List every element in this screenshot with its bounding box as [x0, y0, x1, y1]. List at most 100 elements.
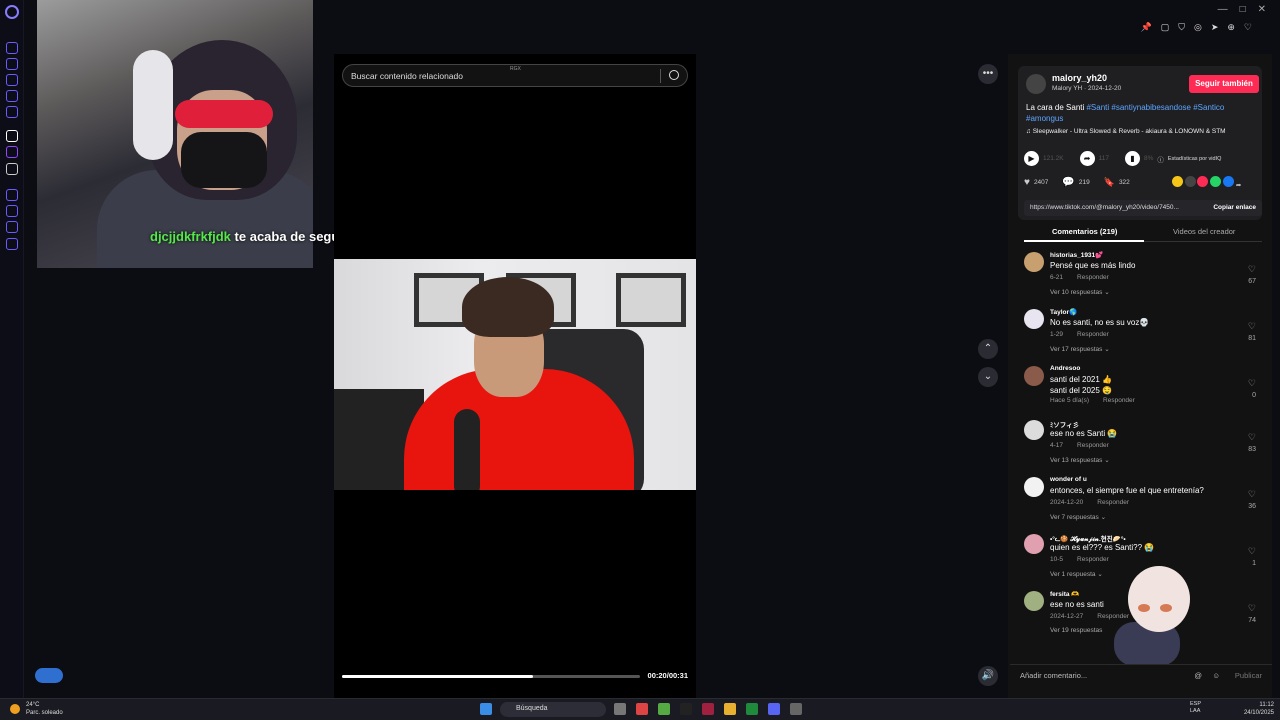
video-player[interactable]: Buscar contenido relacionado RGX 00:20/0… — [334, 54, 696, 698]
comment-username[interactable]: fersita 🫶 — [1050, 590, 1079, 598]
like-icon[interactable]: ♥ — [1024, 177, 1030, 188]
excel-icon[interactable] — [746, 703, 758, 715]
analytics-icon[interactable]: ▮ — [1124, 151, 1140, 166]
comment-avatar[interactable] — [1024, 252, 1044, 272]
reply-button[interactable]: Responder — [1077, 331, 1109, 338]
bookmark-icon[interactable]: 🔖 — [1104, 177, 1115, 188]
capcut-icon[interactable] — [680, 703, 692, 715]
publish-button[interactable]: Publicar — [1235, 671, 1262, 680]
reply-button[interactable]: Responder — [1077, 442, 1109, 449]
sidebar-app-icon[interactable] — [6, 106, 18, 118]
sidebar-settings-icon[interactable] — [6, 238, 18, 250]
clock[interactable]: 11:12 24/10/2025 — [1244, 701, 1274, 717]
camera-icon[interactable]: ◎ — [1194, 22, 1202, 33]
video-progress-bar[interactable] — [342, 675, 640, 678]
volume-button[interactable]: 🔊 — [978, 666, 998, 686]
reply-button[interactable]: Responder — [1077, 274, 1109, 281]
view-replies-button[interactable]: Ver 17 respuestas ⌄ — [1050, 345, 1110, 353]
heart-icon[interactable]: ♡ — [1244, 22, 1252, 33]
facebook-icon[interactable] — [1223, 176, 1235, 187]
comment-avatar[interactable] — [1024, 477, 1044, 497]
language-indicator[interactable]: ESP LAA — [1190, 701, 1201, 715]
sidebar-app-icon[interactable] — [6, 42, 18, 54]
more-options-button[interactable]: ••• — [978, 64, 998, 84]
comment-avatar[interactable] — [1024, 309, 1044, 329]
folder-icon[interactable] — [724, 703, 736, 715]
start-icon[interactable] — [480, 703, 492, 715]
comment-like-icon[interactable]: ♡ — [1248, 432, 1256, 443]
view-replies-button[interactable]: Ver 19 respuestas — [1050, 627, 1102, 634]
comment-avatar[interactable] — [1024, 366, 1044, 386]
taskbar-search[interactable]: Búsqueda — [500, 702, 606, 717]
tab-creator-videos[interactable]: Videos del creador — [1173, 227, 1235, 236]
video-frame[interactable] — [334, 259, 696, 490]
app-icon[interactable] — [658, 703, 670, 715]
plus-icon[interactable]: ⊕ — [1227, 22, 1235, 33]
box-icon[interactable]: ▢ — [1161, 22, 1170, 33]
view-replies-button[interactable]: Ver 1 respuesta ⌄ — [1050, 570, 1103, 578]
reply-button[interactable]: Responder — [1097, 499, 1129, 506]
comment-username[interactable]: Andresoo — [1050, 365, 1080, 372]
app-icon[interactable] — [636, 703, 648, 715]
coin-share-icon[interactable] — [1171, 176, 1183, 187]
comment-icon[interactable]: 💬 — [1062, 177, 1074, 188]
reply-button[interactable]: Responder — [1103, 397, 1135, 404]
comment-avatar[interactable] — [1024, 591, 1044, 611]
search-icon[interactable] — [669, 70, 679, 80]
taskbar-search-label[interactable]: Búsqueda — [516, 705, 548, 712]
comment-username[interactable]: wonder of u — [1050, 476, 1087, 483]
view-replies-button[interactable]: Ver 13 respuestas ⌄ — [1050, 456, 1110, 464]
opera-icon[interactable] — [702, 703, 714, 715]
more-share-icon[interactable]: ➦ — [1236, 182, 1241, 189]
comment-like-icon[interactable]: ♡ — [1248, 489, 1256, 500]
music-title[interactable]: Sleepwalker - Ultra Slowed & Reverb - ak… — [1033, 128, 1226, 135]
send-share-icon[interactable] — [1197, 176, 1209, 187]
sidebar-app-icon[interactable] — [6, 58, 18, 70]
sidebar-twitch-icon[interactable] — [6, 146, 18, 158]
embed-share-icon[interactable] — [1184, 176, 1196, 187]
reply-button[interactable]: Responder — [1077, 556, 1109, 563]
weather-widget[interactable]: 24°C Parc. soleado — [10, 701, 63, 717]
creator-avatar[interactable] — [1026, 74, 1046, 94]
related-search-input[interactable]: Buscar contenido relacionado — [351, 71, 463, 81]
follow-button[interactable]: Seguir también — [1189, 75, 1259, 93]
creator-username[interactable]: malory_yh20 — [1052, 73, 1107, 83]
sidebar-tiktok-icon[interactable] — [6, 130, 18, 142]
extension-toggle[interactable] — [35, 668, 63, 683]
play-icon[interactable]: ▶ — [1024, 151, 1039, 166]
maximize-icon[interactable]: □ — [1240, 4, 1246, 15]
previous-video-button[interactable]: ⌃ — [978, 339, 998, 359]
comment-username[interactable]: historias_1931💕 — [1050, 251, 1103, 259]
minimize-icon[interactable]: — — [1218, 4, 1228, 15]
copy-link-button[interactable]: Copiar enlace — [1213, 204, 1256, 211]
view-replies-button[interactable]: Ver 7 respuestas ⌄ — [1050, 513, 1106, 521]
sidebar-x-icon[interactable] — [6, 163, 18, 175]
comment-like-icon[interactable]: ♡ — [1248, 264, 1256, 275]
emoji-icon[interactable]: ☺ — [1212, 671, 1220, 680]
mention-icon[interactable]: @ — [1194, 671, 1202, 680]
discord-icon[interactable] — [768, 703, 780, 715]
music-line[interactable]: ♫ Sleepwalker - Ultra Slowed & Reverb - … — [1026, 128, 1226, 135]
send-icon[interactable]: ➤ — [1211, 22, 1219, 33]
comment-username[interactable]: Taylor🌎 — [1050, 308, 1077, 316]
comment-like-icon[interactable]: ♡ — [1248, 603, 1256, 614]
video-link[interactable]: https://www.tiktok.com/@malory_yh20/vide… — [1030, 204, 1179, 211]
sidebar-app-icon[interactable] — [6, 74, 18, 86]
tab-comments[interactable]: Comentarios (219) — [1052, 227, 1117, 236]
close-icon[interactable]: ✕ — [1258, 4, 1266, 15]
link-box[interactable]: https://www.tiktok.com/@malory_yh20/vide… — [1024, 200, 1262, 216]
comment-avatar[interactable] — [1024, 534, 1044, 554]
share-icon[interactable]: ➦ — [1079, 151, 1095, 166]
taskview-icon[interactable] — [614, 703, 626, 715]
browser-logo-icon[interactable] — [5, 5, 19, 19]
comment-avatar[interactable] — [1024, 420, 1044, 440]
info-icon[interactable]: ⓘ — [1157, 154, 1164, 164]
sidebar-app-icon[interactable] — [6, 189, 18, 201]
sidebar-app-icon[interactable] — [6, 90, 18, 102]
sidebar-app-icon[interactable] — [6, 205, 18, 217]
comment-input[interactable]: Añadir comentario... — [1020, 671, 1087, 680]
next-video-button[interactable]: ⌄ — [978, 367, 998, 387]
sidebar-app-icon[interactable] — [6, 221, 18, 233]
pin-icon[interactable]: 📌 — [1140, 22, 1151, 33]
shield-icon[interactable]: ⛉ — [1178, 22, 1185, 33]
